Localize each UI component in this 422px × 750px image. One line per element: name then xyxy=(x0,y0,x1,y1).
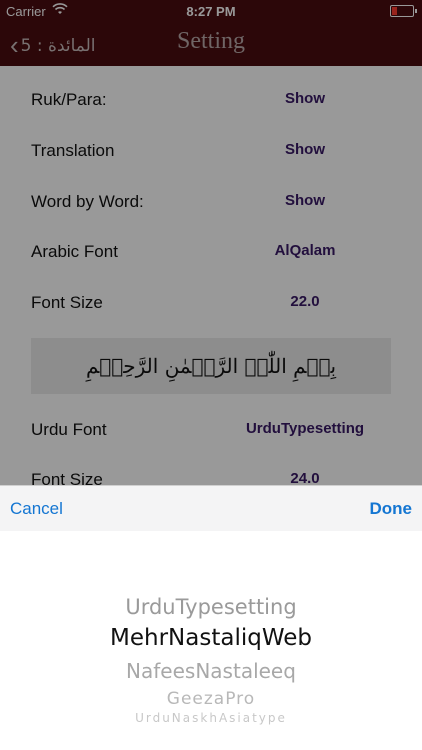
picker-option-selected[interactable]: MehrNastaliqWeb xyxy=(0,625,422,651)
picker-toolbar: Cancel Done xyxy=(0,485,422,532)
picker-option[interactable]: UrduTypesetting xyxy=(0,595,422,619)
cancel-button[interactable]: Cancel xyxy=(10,499,63,519)
done-button[interactable]: Done xyxy=(370,499,413,519)
picker-option[interactable]: UrduNaskhAsiatype xyxy=(0,711,422,725)
picker-option[interactable]: GeezaPro xyxy=(0,689,422,709)
dim-overlay[interactable] xyxy=(0,0,422,485)
picker-option[interactable]: NafeesNastaleeq xyxy=(0,659,422,683)
font-picker-wheel[interactable]: UrduTypesetting MehrNastaliqWeb NafeesNa… xyxy=(0,531,422,750)
